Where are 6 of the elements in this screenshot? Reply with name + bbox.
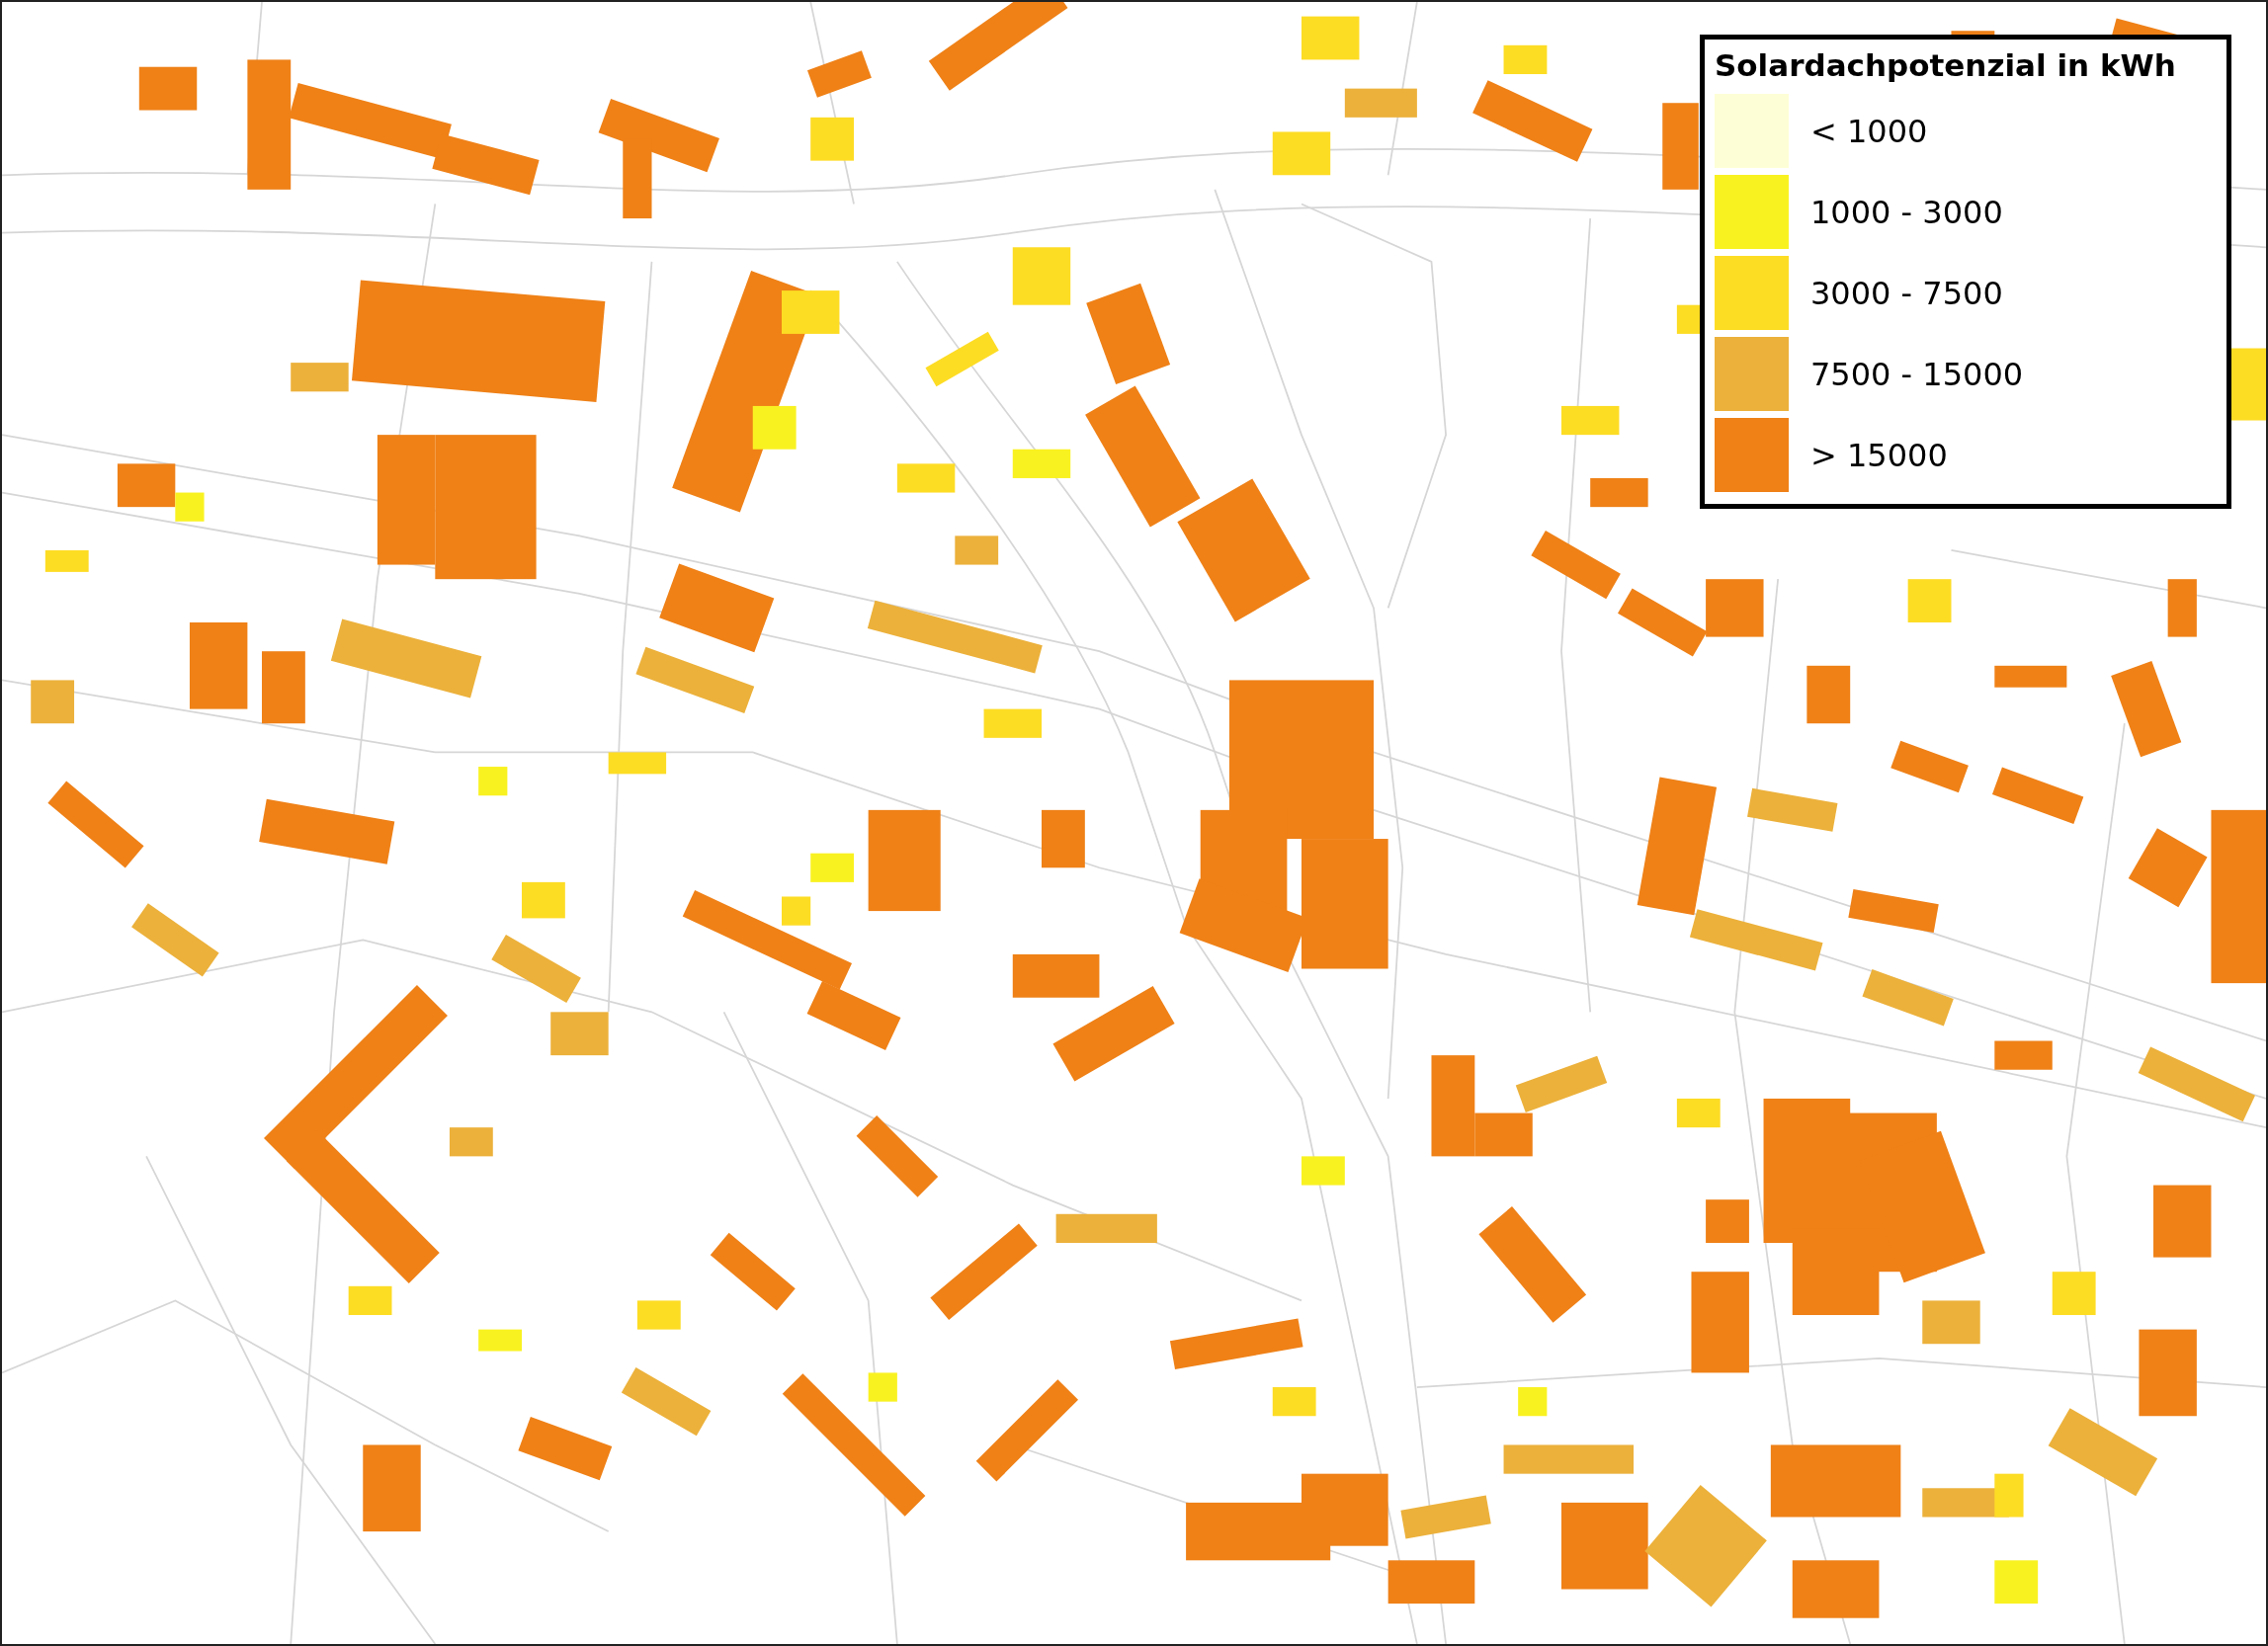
legend-label: < 1000	[1810, 112, 1928, 150]
legend-label: 1000 - 3000	[1810, 193, 2003, 231]
legend-title: Solardachpotenzial in kWh	[1715, 47, 2177, 83]
legend-label: 7500 - 15000	[1810, 355, 2024, 393]
legend-label: 3000 - 7500	[1810, 274, 2003, 312]
legend-label: > 15000	[1810, 436, 1948, 474]
